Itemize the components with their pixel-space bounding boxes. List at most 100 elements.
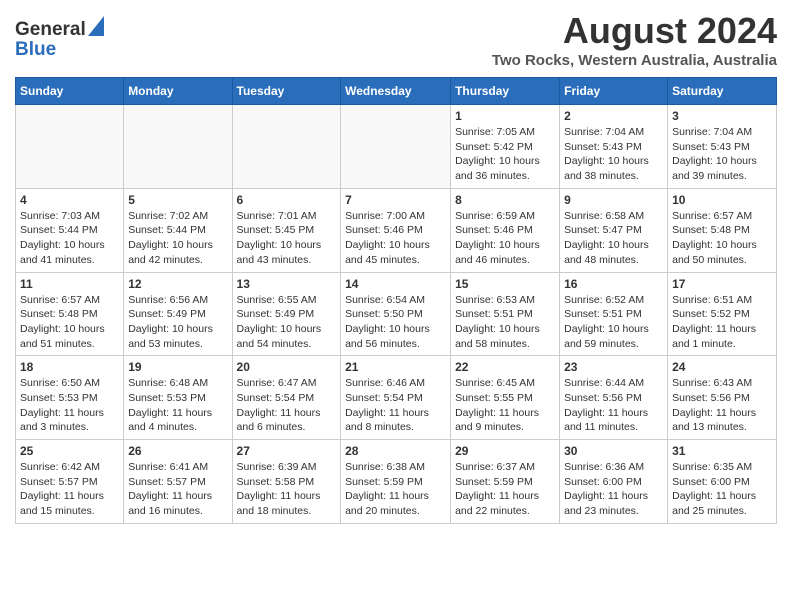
day-info: Sunrise: 6:57 AM Sunset: 5:48 PM Dayligh… [672,209,772,268]
day-number: 5 [128,193,227,207]
calendar-table: Sunday Monday Tuesday Wednesday Thursday… [15,77,777,524]
day-number: 16 [564,277,663,291]
calendar-cell: 5 Sunrise: 7:02 AM Sunset: 5:44 PM Daylig… [124,188,232,272]
calendar-cell: 10 Sunrise: 6:57 AM Sunset: 5:48 PM Dayli… [668,188,777,272]
calendar-cell: 15 Sunrise: 6:53 AM Sunset: 5:51 PM Dayli… [451,272,560,356]
day-number: 15 [455,277,555,291]
day-info: Sunrise: 6:53 AM Sunset: 5:51 PM Dayligh… [455,293,555,352]
day-number: 19 [128,360,227,374]
logo-blue-text: Blue [15,39,56,61]
calendar-week-row: 11 Sunrise: 6:57 AM Sunset: 5:48 PM Dayli… [16,272,777,356]
day-info: Sunrise: 6:50 AM Sunset: 5:53 PM Dayligh… [20,376,119,435]
calendar-cell: 21 Sunrise: 6:46 AM Sunset: 5:54 PM Dayli… [341,356,451,440]
page-title: August 2024 [492,10,777,52]
day-number: 7 [345,193,446,207]
calendar-cell: 18 Sunrise: 6:50 AM Sunset: 5:53 PM Dayli… [16,356,124,440]
calendar-cell: 25Sunrise: 6:42 AM Sunset: 5:57 PM Dayli… [16,440,124,524]
day-number: 10 [672,193,772,207]
calendar-cell: 13Sunrise: 6:55 AM Sunset: 5:49 PM Dayli… [232,272,341,356]
day-number: 26 [128,444,227,458]
day-number: 28 [345,444,446,458]
day-number: 29 [455,444,555,458]
col-wednesday: Wednesday [341,78,451,105]
day-info: Sunrise: 6:47 AM Sunset: 5:54 PM Dayligh… [237,376,337,435]
calendar-cell: 20 Sunrise: 6:47 AM Sunset: 5:54 PM Dayli… [232,356,341,440]
calendar-cell [341,105,451,189]
title-area: August 2024 Two Rocks, Western Australia… [492,10,777,69]
day-info: Sunrise: 6:43 AM Sunset: 5:56 PM Dayligh… [672,376,772,435]
col-sunday: Sunday [16,78,124,105]
day-info: Sunrise: 6:58 AM Sunset: 5:47 PM Dayligh… [564,209,663,268]
calendar-cell [16,105,124,189]
day-number: 18 [20,360,119,374]
calendar-week-row: 4 Sunrise: 7:03 AM Sunset: 5:44 PM Daylig… [16,188,777,272]
col-tuesday: Tuesday [232,78,341,105]
day-number: 11 [20,277,119,291]
col-saturday: Saturday [668,78,777,105]
calendar-cell: 29 Sunrise: 6:37 AM Sunset: 5:59 PM Dayli… [451,440,560,524]
day-number: 27 [237,444,337,458]
day-info: Sunrise: 6:54 AM Sunset: 5:50 PM Dayligh… [345,293,446,352]
day-number: 3 [672,109,772,123]
day-info: Sunrise: 6:57 AM Sunset: 5:48 PM Dayligh… [20,293,119,352]
day-info: Sunrise: 7:03 AM Sunset: 5:44 PM Dayligh… [20,209,119,268]
calendar-week-row: 25Sunrise: 6:42 AM Sunset: 5:57 PM Dayli… [16,440,777,524]
page-subtitle: Two Rocks, Western Australia, Australia [492,52,777,69]
calendar-week-row: 18 Sunrise: 6:50 AM Sunset: 5:53 PM Dayli… [16,356,777,440]
day-number: 9 [564,193,663,207]
day-info: Sunrise: 7:01 AM Sunset: 5:45 PM Dayligh… [237,209,337,268]
day-number: 17 [672,277,772,291]
day-info: Sunrise: 6:42 AM Sunset: 5:57 PM Dayligh… [20,460,119,519]
day-info: Sunrise: 7:00 AM Sunset: 5:46 PM Dayligh… [345,209,446,268]
day-number: 6 [237,193,337,207]
logo-general-text: General [15,19,86,41]
calendar-cell [124,105,232,189]
calendar-cell: 22 Sunrise: 6:45 AM Sunset: 5:55 PM Dayli… [451,356,560,440]
calendar-cell: 1 Sunrise: 7:05 AM Sunset: 5:42 PM Daylig… [451,105,560,189]
calendar-cell: 24Sunrise: 6:43 AM Sunset: 5:56 PM Dayli… [668,356,777,440]
calendar-cell: 30 Sunrise: 6:36 AM Sunset: 6:00 PM Dayli… [560,440,668,524]
day-number: 2 [564,109,663,123]
day-info: Sunrise: 7:04 AM Sunset: 5:43 PM Dayligh… [564,125,663,184]
calendar-cell: 6 Sunrise: 7:01 AM Sunset: 5:45 PM Daylig… [232,188,341,272]
day-info: Sunrise: 6:41 AM Sunset: 5:57 PM Dayligh… [128,460,227,519]
calendar-cell: 8Sunrise: 6:59 AM Sunset: 5:46 PM Daylig… [451,188,560,272]
calendar-cell: 14 Sunrise: 6:54 AM Sunset: 5:50 PM Dayli… [341,272,451,356]
day-number: 31 [672,444,772,458]
calendar-cell: 28 Sunrise: 6:38 AM Sunset: 5:59 PM Dayli… [341,440,451,524]
day-number: 13 [237,277,337,291]
day-info: Sunrise: 6:59 AM Sunset: 5:46 PM Dayligh… [455,209,555,268]
day-number: 22 [455,360,555,374]
day-info: Sunrise: 6:46 AM Sunset: 5:54 PM Dayligh… [345,376,446,435]
day-info: Sunrise: 6:45 AM Sunset: 5:55 PM Dayligh… [455,376,555,435]
day-number: 1 [455,109,555,123]
day-info: Sunrise: 6:38 AM Sunset: 5:59 PM Dayligh… [345,460,446,519]
day-info: Sunrise: 6:37 AM Sunset: 5:59 PM Dayligh… [455,460,555,519]
day-info: Sunrise: 7:05 AM Sunset: 5:42 PM Dayligh… [455,125,555,184]
calendar-cell: 23 Sunrise: 6:44 AM Sunset: 5:56 PM Dayli… [560,356,668,440]
day-number: 21 [345,360,446,374]
day-number: 12 [128,277,227,291]
day-info: Sunrise: 6:44 AM Sunset: 5:56 PM Dayligh… [564,376,663,435]
day-info: Sunrise: 6:36 AM Sunset: 6:00 PM Dayligh… [564,460,663,519]
calendar-week-row: 1 Sunrise: 7:05 AM Sunset: 5:42 PM Daylig… [16,105,777,189]
day-number: 23 [564,360,663,374]
day-info: Sunrise: 6:56 AM Sunset: 5:49 PM Dayligh… [128,293,227,352]
day-info: Sunrise: 6:39 AM Sunset: 5:58 PM Dayligh… [237,460,337,519]
calendar-cell: 4 Sunrise: 7:03 AM Sunset: 5:44 PM Daylig… [16,188,124,272]
header: General Blue August 2024 Two Rocks, West… [15,10,777,69]
logo: General Blue [15,10,104,61]
calendar-cell: 9 Sunrise: 6:58 AM Sunset: 5:47 PM Daylig… [560,188,668,272]
day-number: 20 [237,360,337,374]
col-monday: Monday [124,78,232,105]
calendar-cell: 17Sunrise: 6:51 AM Sunset: 5:52 PM Dayli… [668,272,777,356]
calendar-cell: 27 Sunrise: 6:39 AM Sunset: 5:58 PM Dayli… [232,440,341,524]
logo-triangle-icon [88,16,104,41]
day-info: Sunrise: 6:35 AM Sunset: 6:00 PM Dayligh… [672,460,772,519]
day-info: Sunrise: 7:02 AM Sunset: 5:44 PM Dayligh… [128,209,227,268]
day-number: 4 [20,193,119,207]
calendar-cell: 31 Sunrise: 6:35 AM Sunset: 6:00 PM Dayli… [668,440,777,524]
day-number: 14 [345,277,446,291]
col-friday: Friday [560,78,668,105]
day-number: 30 [564,444,663,458]
